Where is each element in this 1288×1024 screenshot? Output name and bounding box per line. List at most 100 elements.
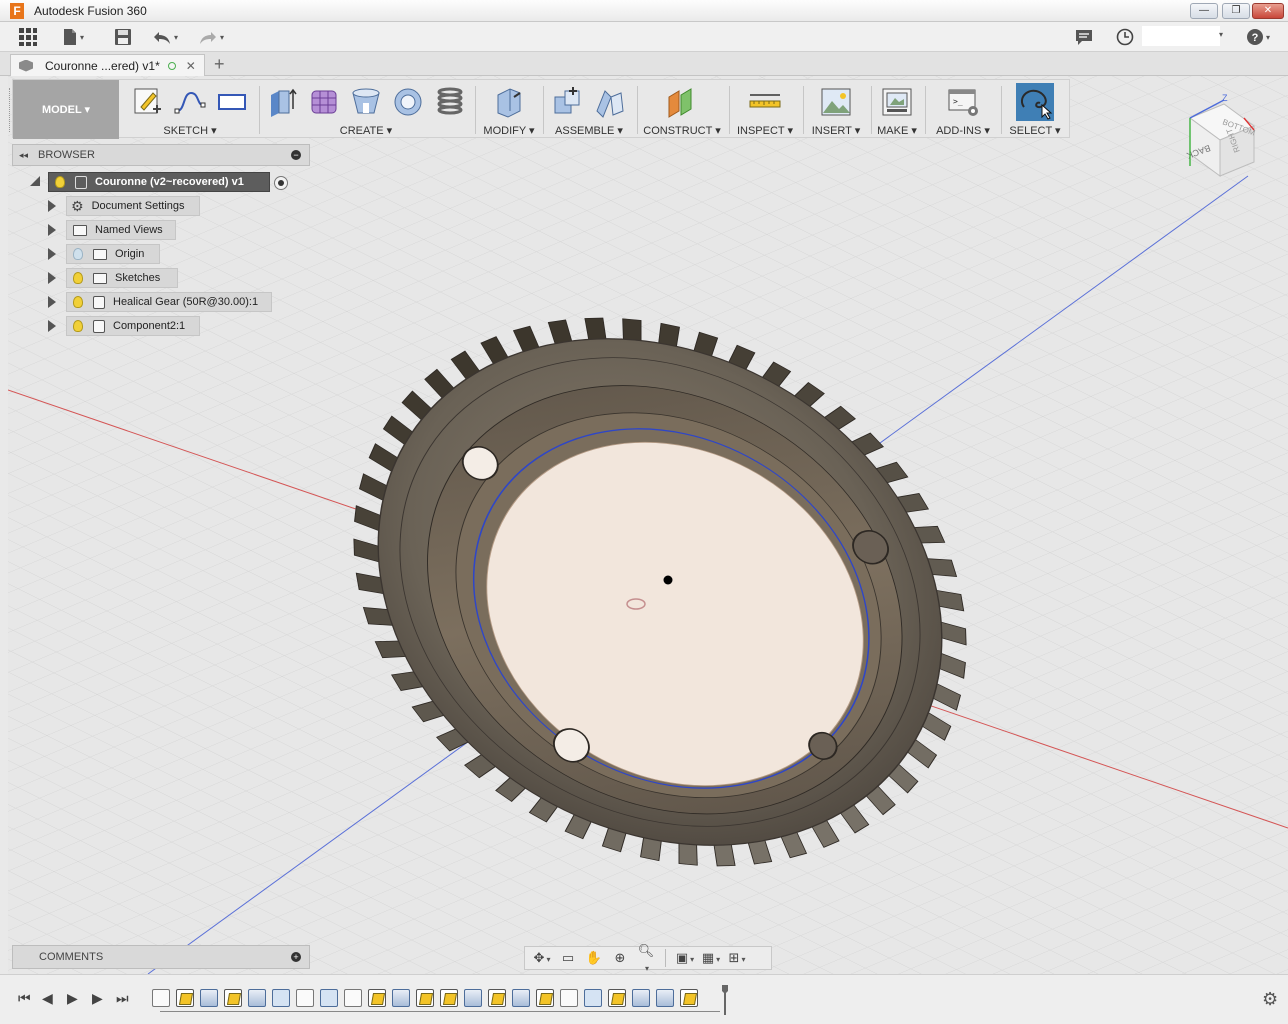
grid-settings-icon[interactable]: ▦ ▾ [700,950,722,966]
create-sketch-icon[interactable] [131,85,165,119]
display-settings-icon[interactable]: ▣ ▾ [674,950,696,966]
timeline-mirror-feature-icon[interactable] [320,989,338,1007]
timeline-sketch-feature-icon[interactable] [608,989,626,1007]
comments-panel-header[interactable]: COMMENTS + [12,945,310,969]
pan-icon[interactable]: ✋ [583,950,605,966]
timeline-marker-handle[interactable] [722,985,728,1015]
browser-item-component2[interactable]: Component2:1 [66,316,200,336]
zoom-window-icon[interactable]: ⊕ [609,950,631,966]
timeline-settings-gear-icon[interactable]: ⚙ [1262,989,1278,1010]
timeline-extrude-feature-icon[interactable] [632,989,650,1007]
browser-minimize-icon[interactable]: − [291,150,301,160]
visibility-bulb-off-icon[interactable] [73,248,83,260]
expand-triangle-icon[interactable] [48,248,56,260]
sketch-menu-label[interactable]: SKETCH ▾ [123,124,257,137]
new-component-icon[interactable] [551,85,585,119]
timeline-sketch-feature-icon[interactable] [488,989,506,1007]
timeline-extrude-feature-icon[interactable] [512,989,530,1007]
timeline-extrude-feature-icon[interactable] [464,989,482,1007]
timeline-body-feature-icon[interactable] [560,989,578,1007]
timeline-first-button[interactable]: ⏮ [18,990,31,1007]
timeline-move-feature-icon[interactable] [272,989,290,1007]
make-menu-label[interactable]: MAKE ▾ [873,124,921,137]
activate-component-radio[interactable] [274,176,288,190]
timeline-extrude-feature-icon[interactable] [656,989,674,1007]
sketch-rectangle-icon[interactable] [215,85,249,119]
viewports-icon[interactable]: ⊞ ▾ [726,950,748,966]
collapse-browser-icon[interactable]: ◂◂ [19,150,28,161]
freeform-select-icon[interactable] [1016,83,1054,121]
orbit-icon[interactable]: ✥ ▾ [531,950,553,966]
help-icon[interactable]: ? ▾ [1246,27,1270,47]
timeline-extrude-feature-icon[interactable] [392,989,410,1007]
timeline-extrude-feature-icon[interactable] [200,989,218,1007]
press-pull-icon[interactable] [492,85,526,119]
timeline-body-feature-icon[interactable] [152,989,170,1007]
user-account-field[interactable] [1142,26,1220,46]
insert-menu-label[interactable]: INSERT ▾ [805,124,867,137]
browser-item-document-settings[interactable]: ⚙ Document Settings [66,196,200,216]
timeline-move-feature-icon[interactable] [584,989,602,1007]
user-menu-chevron-icon[interactable]: ▾ [1219,30,1223,39]
timeline-sketch-feature-icon[interactable] [536,989,554,1007]
timeline-revolve-feature-icon[interactable] [248,989,266,1007]
insert-image-icon[interactable] [819,85,853,119]
expand-triangle-icon[interactable] [48,224,56,236]
zoom-icon[interactable]: 🔍︎▾ [635,943,657,974]
document-tab[interactable]: Couronne ...ered) v1* ✕ [10,54,205,76]
browser-item-named-views[interactable]: Named Views [66,220,176,240]
visibility-bulb-icon[interactable] [73,320,83,332]
sketch-line-icon[interactable] [173,85,207,119]
joint-icon[interactable] [593,85,627,119]
timeline-sketch-feature-icon[interactable] [224,989,242,1007]
expand-triangle-icon[interactable] [48,296,56,308]
timeline-last-button[interactable]: ⏭ [116,990,129,1007]
file-menu-icon[interactable]: ▾ [62,27,84,47]
hole-icon[interactable] [349,85,383,119]
browser-panel-header[interactable]: ◂◂ BROWSER − [12,144,310,166]
new-tab-button[interactable]: + [214,55,225,73]
form-sculpt-icon[interactable] [307,85,341,119]
undo-icon[interactable]: ▾ [152,27,178,47]
timeline-previous-button[interactable]: ◀ [42,990,53,1007]
look-at-icon[interactable]: ▭ [557,950,579,966]
visibility-bulb-icon[interactable] [73,272,83,284]
add-ins-menu-label[interactable]: ADD-INS ▾ [927,124,999,137]
add-comment-icon[interactable]: + [291,952,301,962]
extrude-icon[interactable] [265,85,299,119]
timeline-sketch-feature-icon[interactable] [680,989,698,1007]
offset-plane-icon[interactable] [665,85,699,119]
pipe-torus-icon[interactable] [391,85,425,119]
timeline-body-feature-icon[interactable] [344,989,362,1007]
inspect-menu-label[interactable]: INSPECT ▾ [731,124,799,137]
expand-triangle-icon[interactable] [48,272,56,284]
redo-icon[interactable]: ▾ [198,27,224,47]
viewport-canvas[interactable]: BOTTOM BACK RIGHT Z [8,76,1288,974]
viewcube[interactable]: BOTTOM BACK RIGHT Z [1178,90,1268,180]
data-panel-grid-icon[interactable] [18,27,38,47]
select-menu-label[interactable]: SELECT ▾ [1003,124,1067,137]
visibility-bulb-icon[interactable] [73,296,83,308]
coil-icon[interactable] [433,85,467,119]
scene-svg[interactable] [8,76,1288,974]
browser-item-sketches[interactable]: Sketches [66,268,178,288]
minimize-button[interactable]: — [1190,3,1218,19]
close-tab-icon[interactable]: ✕ [186,59,196,73]
expand-triangle-icon[interactable] [48,200,56,212]
create-menu-label[interactable]: CREATE ▾ [261,124,471,137]
scripts-addins-icon[interactable]: >_ [946,85,980,119]
timeline-sketch-feature-icon[interactable] [440,989,458,1007]
3d-print-icon[interactable] [880,85,914,119]
comments-icon[interactable] [1074,27,1094,47]
timeline-sketch-feature-icon[interactable] [416,989,434,1007]
construct-menu-label[interactable]: CONSTRUCT ▾ [639,124,725,137]
visibility-bulb-icon[interactable] [55,176,65,188]
restore-button[interactable]: ❐ [1222,3,1250,19]
browser-root-node[interactable]: Couronne (v2~recovered) v1 [48,172,270,192]
save-icon[interactable] [114,27,132,47]
browser-item-healical-gear[interactable]: Healical Gear (50R@30.00):1 [66,292,272,312]
modify-menu-label[interactable]: MODIFY ▾ [477,124,541,137]
timeline-body-feature-icon[interactable] [296,989,314,1007]
root-collapse-triangle-icon[interactable] [30,176,40,186]
expand-triangle-icon[interactable] [48,320,56,332]
